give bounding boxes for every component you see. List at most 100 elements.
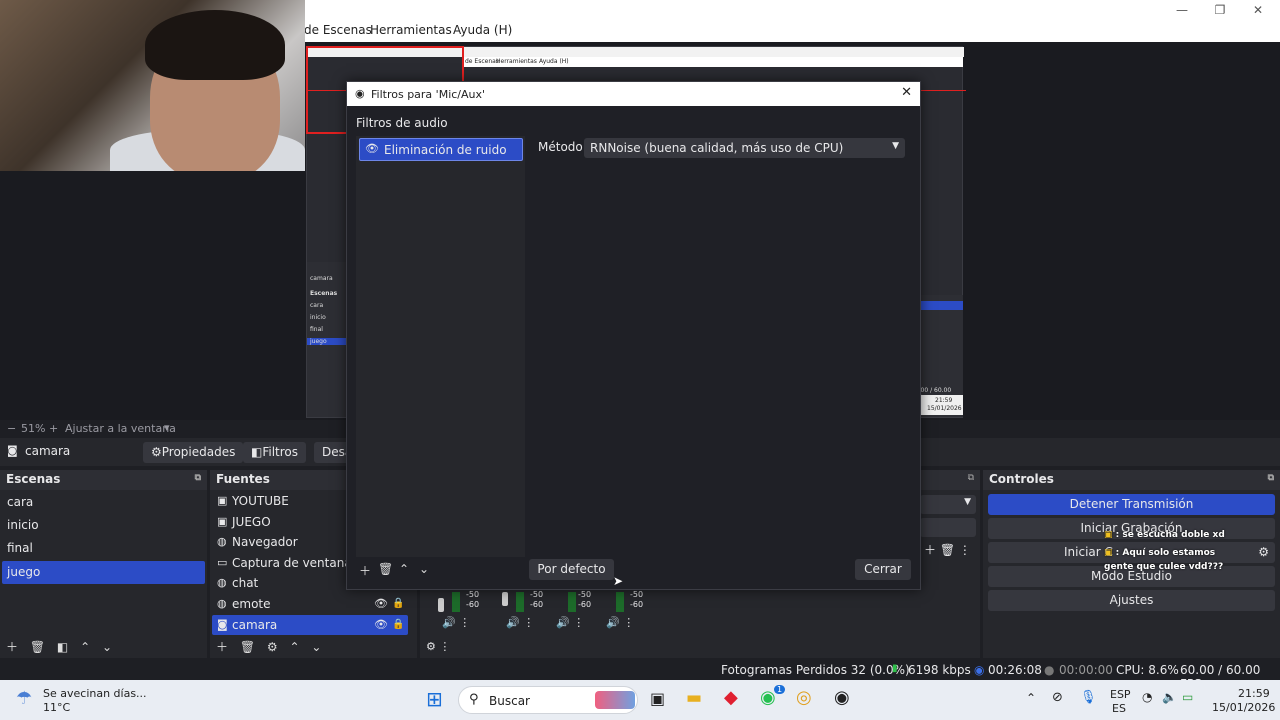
clock-time[interactable]: 21:59 xyxy=(1238,687,1270,700)
network-off-icon[interactable]: ⊘ xyxy=(1052,690,1063,705)
trash-icon[interactable]: 🗑 xyxy=(378,562,393,576)
controls-title: Controles xyxy=(989,472,1054,486)
weather-icon[interactable]: ☂ xyxy=(16,688,32,709)
properties-label: Propiedades xyxy=(161,445,236,459)
eye-icon[interactable]: 👁 xyxy=(365,142,379,155)
gear-icon[interactable]: ⚙ xyxy=(1258,542,1269,563)
settings-button[interactable]: Ajustes xyxy=(988,590,1275,611)
menu-tools[interactable]: Herramientas xyxy=(370,23,452,37)
close-icon[interactable]: ✕ xyxy=(901,85,912,100)
wifi-icon[interactable]: ◔ xyxy=(1142,690,1152,704)
duration-spinbox[interactable] xyxy=(920,518,976,537)
app-red-icon[interactable]: ◆ xyxy=(724,687,738,708)
trash-icon[interactable]: 🗑 xyxy=(30,640,45,654)
scene-item-cara[interactable]: cara xyxy=(2,491,205,514)
filter-item-noise-suppression[interactable]: 👁 Eliminación de ruido xyxy=(359,138,523,161)
move-down-icon[interactable]: ⌄ xyxy=(419,562,429,576)
trash-icon[interactable]: 🗑 xyxy=(240,640,255,654)
microphone-icon[interactable]: 🎙 xyxy=(1080,690,1097,705)
stream-icon: ◉ xyxy=(974,663,985,677)
clock-date: 15/01/2026 xyxy=(1212,701,1276,714)
volume-meter xyxy=(516,592,524,612)
menu-help[interactable]: Ayuda (H) xyxy=(453,23,512,37)
chevron-down-icon[interactable]: ▾ xyxy=(164,421,170,434)
filter-icon[interactable]: ◧ xyxy=(57,640,68,654)
default-button[interactable]: Por defecto xyxy=(529,559,614,580)
undock-icon[interactable]: ⧉ xyxy=(968,473,974,483)
nested-date: 15/01/2026 xyxy=(927,405,962,412)
source-item-emote[interactable]: ◍ emote 👁 🔒 xyxy=(212,594,408,614)
properties-button[interactable]: ⚙Propiedades xyxy=(143,442,244,463)
eye-icon[interactable]: 👁 xyxy=(374,615,388,635)
volume-slider[interactable] xyxy=(502,592,508,606)
meter-tick: -60 xyxy=(466,600,480,609)
zoom-in-button[interactable]: + xyxy=(49,422,58,435)
lock-icon[interactable]: 🔒 xyxy=(392,594,404,614)
filters-dialog: ◉ Filtros para 'Mic/Aux' ✕ Filtros de au… xyxy=(346,81,921,590)
nested-controls-panel: 60.00 / 60.00 FPS 21:59 15/01/2026 xyxy=(911,295,963,417)
deactivate-button[interactable]: Desa xyxy=(314,442,350,463)
mixer-channel: -50 -60 🔊 ⋮ xyxy=(552,590,602,632)
move-down-icon[interactable]: ⌄ xyxy=(102,640,112,654)
browser-icon: ▣ xyxy=(217,494,228,507)
undock-icon[interactable]: ⧉ xyxy=(1268,473,1274,483)
stop-streaming-button[interactable]: Detener Transmisión xyxy=(988,494,1275,515)
chrome-icon[interactable]: ◎ xyxy=(796,687,812,708)
gear-icon: ⚙ xyxy=(151,445,162,459)
add-filter-icon[interactable]: ＋ xyxy=(359,562,371,579)
obs-icon[interactable]: ◉ xyxy=(834,687,850,708)
language-primary[interactable]: ESP xyxy=(1110,688,1131,701)
minimize-button[interactable]: — xyxy=(1172,2,1192,18)
speaker-icon[interactable]: 🔊 ⋮ xyxy=(506,616,534,629)
task-view-icon[interactable]: ▣ xyxy=(650,689,665,708)
zoom-fit-dropdown[interactable]: Ajustar a la ventana xyxy=(65,422,176,435)
volume-icon[interactable]: 🔈 xyxy=(1162,690,1177,704)
move-down-icon[interactable]: ⌄ xyxy=(311,640,321,654)
windows-start-icon[interactable]: ⊞ xyxy=(426,687,443,711)
filters-button[interactable]: ◧Filtros xyxy=(243,442,307,463)
volume-slider[interactable] xyxy=(438,598,444,612)
meter-tick: -50 xyxy=(578,590,592,599)
weather-text[interactable]: Se avecinan días... xyxy=(43,687,147,700)
eye-icon[interactable]: 👁 xyxy=(374,594,388,614)
move-up-icon[interactable]: ⌃ xyxy=(399,562,409,576)
undock-icon[interactable]: ⧉ xyxy=(195,473,201,483)
search-box[interactable]: ⚲ Buscar xyxy=(458,686,638,714)
speaker-icon[interactable]: 🔊 ⋮ xyxy=(556,616,584,629)
nested-menu-item: Ayuda (H) xyxy=(539,58,569,65)
add-transition-icon[interactable]: ＋ 🗑 ⋮ xyxy=(924,541,971,558)
obs-icon: ◉ xyxy=(355,87,365,100)
globe-icon: ◍ xyxy=(217,535,227,548)
transition-select[interactable]: ▼ xyxy=(920,495,976,514)
nested-stop-button xyxy=(921,301,963,310)
maximize-button[interactable]: ❐ xyxy=(1210,2,1230,18)
add-icon[interactable]: ＋ xyxy=(6,640,18,654)
scene-item-final[interactable]: final xyxy=(2,537,205,560)
speaker-icon[interactable]: 🔊 ⋮ xyxy=(606,616,634,629)
lock-icon[interactable]: 🔒 xyxy=(392,615,404,635)
source-label: chat xyxy=(232,576,259,590)
close-window-button[interactable]: ✕ xyxy=(1248,2,1268,18)
move-up-icon[interactable]: ⌃ xyxy=(290,640,300,654)
source-item-camara[interactable]: ◙ camara 👁 🔒 xyxy=(212,615,408,635)
scene-item-juego[interactable]: juego xyxy=(2,561,205,584)
file-explorer-icon[interactable]: ▬ xyxy=(686,688,702,708)
globe-icon: ◍ xyxy=(217,597,227,610)
add-icon[interactable]: ＋ xyxy=(216,640,228,654)
scene-item-inicio[interactable]: inicio xyxy=(2,514,205,537)
weather-temp: 11°C xyxy=(43,701,71,714)
record-icon: ● xyxy=(1044,663,1055,677)
gear-icon[interactable]: ⚙ xyxy=(267,640,278,654)
speaker-icon[interactable]: 🔊 ⋮ xyxy=(442,616,470,629)
method-label: Método xyxy=(538,140,583,154)
chevron-up-icon[interactable]: ⌃ xyxy=(1026,691,1036,705)
cpu-usage: CPU: 8.6% xyxy=(1116,663,1179,677)
nested-source-label: camara xyxy=(310,275,333,282)
close-button[interactable]: Cerrar xyxy=(855,559,911,580)
battery-icon[interactable]: ▭ xyxy=(1182,690,1193,704)
menu-scene-collection[interactable]: de Escenas xyxy=(304,23,372,37)
move-up-icon[interactable]: ⌃ xyxy=(80,640,90,654)
method-select[interactable]: RNNoise (buena calidad, más uso de CPU) … xyxy=(584,138,905,158)
zoom-out-button[interactable]: − xyxy=(7,422,16,435)
mixer-settings-icon[interactable]: ⚙ ⋮ xyxy=(426,640,450,653)
